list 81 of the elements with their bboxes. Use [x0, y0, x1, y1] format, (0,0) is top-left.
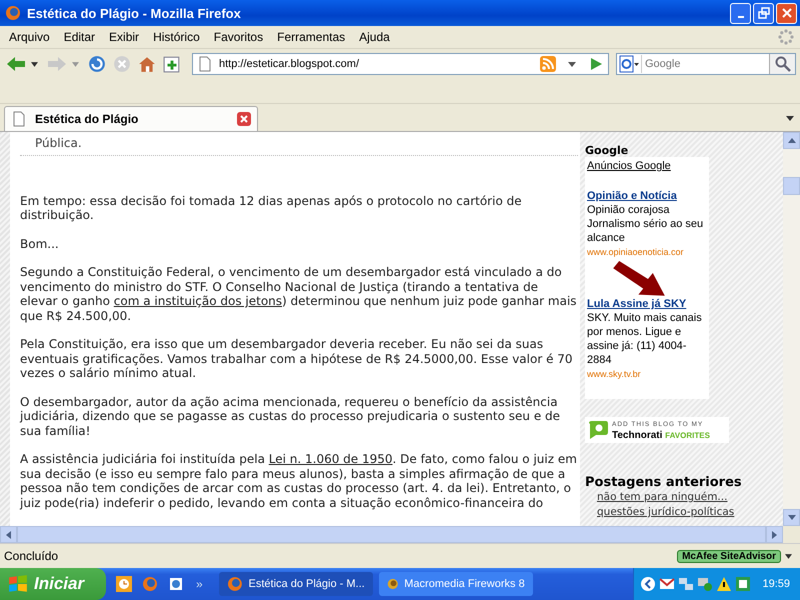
right-caret-icon: [772, 530, 777, 538]
menu-item[interactable]: Ferramentas: [270, 30, 352, 44]
taskbar-button[interactable]: Estética do Plágio - M...: [218, 572, 373, 596]
warning-icon[interactable]: [716, 576, 732, 592]
close-tab-icon[interactable]: [237, 112, 251, 126]
taskbar-button[interactable]: Macromedia Fireworks 8: [378, 572, 533, 596]
search-icon: [774, 56, 790, 72]
menu-item[interactable]: Arquivo: [2, 30, 57, 44]
down-caret-icon: [788, 515, 796, 520]
menu-item[interactable]: Favoritos: [206, 30, 270, 44]
window-icon[interactable]: [735, 576, 752, 592]
page-plus-icon: [163, 55, 181, 73]
dropdown-icon[interactable]: [31, 62, 38, 66]
sidebar-heading: Postagens anteriores: [585, 475, 743, 490]
browser-tab[interactable]: Estética do Plágio: [4, 106, 258, 131]
more-button[interactable]: »: [196, 577, 203, 591]
flag-icon: [8, 574, 28, 594]
dropdown-icon[interactable]: [785, 554, 792, 558]
left-caret-icon: [6, 530, 11, 538]
close-icon: [780, 7, 792, 19]
post-link[interactable]: Lei n. 1.060 de 1950: [268, 452, 393, 466]
throbber-icon: [778, 29, 794, 45]
play-icon[interactable]: [588, 56, 604, 72]
archive-link[interactable]: questões jurídico-políticas: [597, 505, 779, 520]
rss-icon[interactable]: [540, 56, 556, 72]
dropdown-icon[interactable]: [568, 62, 576, 66]
menu-item[interactable]: Histórico: [146, 30, 207, 44]
badge-word: FAVORITES: [665, 431, 710, 440]
close-button[interactable]: [776, 2, 797, 24]
reload-button[interactable]: [86, 53, 108, 75]
search-engine-icon[interactable]: [617, 55, 641, 73]
restore-icon: [758, 7, 770, 19]
search-bar[interactable]: Google: [616, 53, 796, 75]
speech-bubble-icon: [587, 420, 609, 440]
scrollbar-thumb[interactable]: [783, 177, 800, 195]
ad-title-link[interactable]: Lula Assine já SKY: [587, 297, 707, 311]
menu-item[interactable]: Exibir: [102, 30, 146, 44]
post-paragraph: Pela Constituição, era isso que um desembargador deveria receber. Eu não sei da suas eventuais gratificações. Vamos trabalhar com a hipótese de R$ 24.5000,00. Esse valor é 70 vezes o salário mínimo atual.: [20, 337, 574, 380]
up-caret-icon: [788, 138, 796, 143]
app-icon: [226, 576, 243, 592]
restore-button[interactable]: [753, 2, 774, 24]
sidebar-heading: Google: [585, 144, 630, 157]
right-arrow-icon: [47, 56, 67, 72]
address-field[interactable]: http://esteticar.blogspot.com/: [192, 53, 609, 75]
post-text: Pública.: [34, 135, 83, 152]
clock-icon[interactable]: [116, 576, 132, 592]
ad-url: www.sky.tv.br: [587, 368, 642, 381]
ads-link[interactable]: Anúncios Google: [587, 159, 707, 173]
globe-icon[interactable]: [142, 576, 158, 592]
ad-title-link[interactable]: Opinião e Notícia: [587, 189, 707, 203]
post-paragraph: Em tempo: essa decisão foi tomada 12 dias apenas após o protocolo no cartório de distribuição.: [20, 194, 523, 222]
menu-item[interactable]: Editar: [56, 30, 102, 44]
globe-icon: [5, 5, 21, 21]
badge-brand: Technorati: [612, 430, 662, 441]
post-paragraph: Bom...: [20, 236, 60, 251]
dropdown-icon[interactable]: [786, 116, 794, 121]
network-icon[interactable]: [678, 576, 694, 592]
clock-time: 19:59: [762, 578, 790, 590]
post-paragraph: Segundo a Constituição Federal, o vencimento de um desembargador está vinculado a do vencimento do ministro do STF. O Conselho Nacional de Justiça (tirando a tentativa de elevar o ganho com a instituição dos jetons) determinou que nenhum juiz pode ganhar mais que R$ 24.500,00.: [20, 265, 578, 323]
vertical-scrollbar[interactable]: [783, 132, 800, 526]
menu-item[interactable]: Ajuda: [352, 30, 397, 44]
minimize-icon: [738, 16, 744, 18]
addon-badge[interactable]: McAfee SiteAdvisor: [677, 550, 781, 562]
reload-icon: [88, 55, 106, 73]
arrow-icon: [612, 261, 666, 297]
post-link[interactable]: com a instituição dos jetons: [114, 294, 282, 308]
house-icon: [138, 55, 156, 73]
window-title: Estética do Plágio - Mozilla Firefox: [27, 6, 242, 20]
post-paragraph: O desembargador, autor da ação acima mencionada, requereu o benefício da assistência judiciária, dizendo que se pagasse as custas do processo prejudicaria o sustento seu e de sua família!: [20, 394, 562, 438]
ad-url: www.opiniaoenoticia.cor: [587, 246, 685, 259]
ad-text: Opinião corajosa Jornalismo sério ao seu alcance: [587, 203, 704, 245]
minimize-button[interactable]: [730, 2, 751, 24]
stop-icon: [113, 55, 131, 73]
archive-link[interactable]: não tem para ninguém...: [597, 490, 779, 505]
envelope-icon[interactable]: [659, 576, 676, 592]
left-arrow-icon: [6, 56, 26, 72]
status-text: Concluído: [4, 549, 60, 563]
search-button[interactable]: [769, 54, 795, 74]
app-icon: [386, 576, 398, 592]
post-paragraph: A assistência judiciária foi instituída pela Lei n. 1.060 de 1950. De fato, como falou o juiz em sua decisão (e isso eu sempre falo para meus alunos), basta a simples afirmação de que a pessoa não tem condições de arcar com as custas do processo (art. 4. da lei). Entretanto, o juiz pode(ria) indeferir o pedido, levando em conta a situação econômico-financeira do: [20, 452, 578, 510]
ad-text: SKY. Muito mais canais por menos. Ligue e assine já: (11) 4004-2884: [587, 311, 703, 367]
